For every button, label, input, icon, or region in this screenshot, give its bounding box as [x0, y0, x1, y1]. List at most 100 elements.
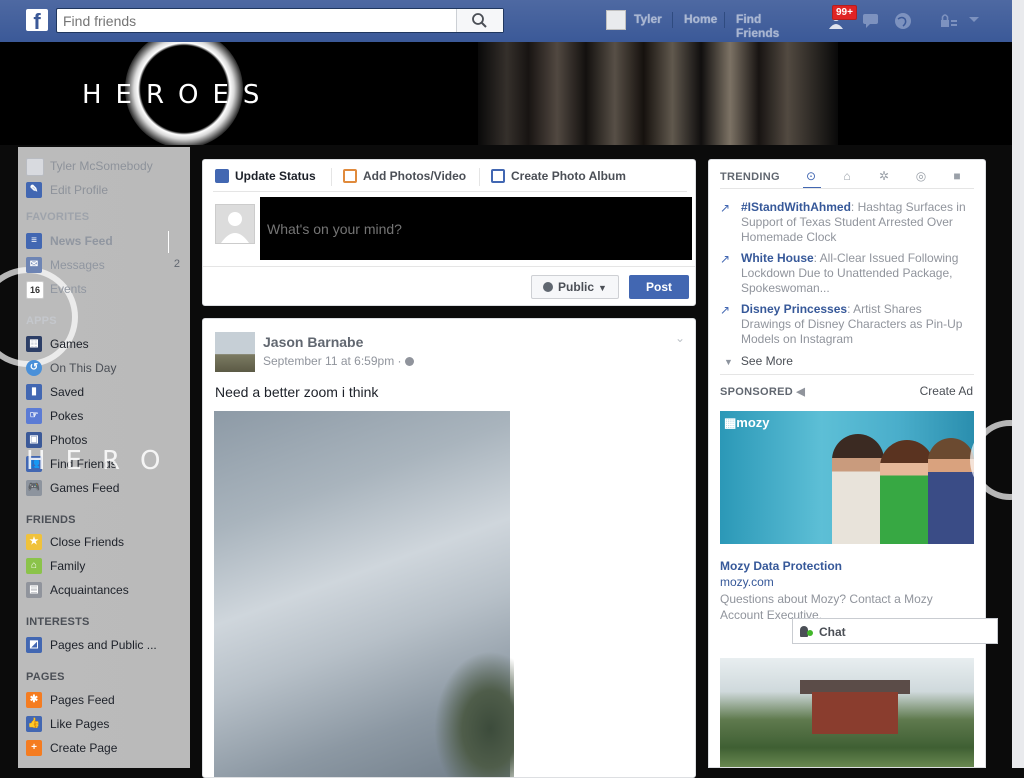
search-button[interactable] — [456, 9, 503, 32]
sidebar-item-saved[interactable]: ▮ Saved — [26, 383, 186, 401]
tab-divider — [331, 168, 332, 186]
trending-item[interactable]: ↗ White House: All-Clear Issued Followin… — [720, 251, 978, 299]
megaphone-icon: ◀ — [796, 386, 806, 398]
facebook-logo[interactable]: f — [26, 9, 48, 31]
sponsored-header: SPONSORED ◀ — [720, 386, 806, 398]
events-icon: 16 — [26, 281, 44, 299]
chat-tab[interactable]: Chat — [792, 618, 998, 644]
profile-link[interactable]: Tyler — [634, 12, 662, 26]
trending-item[interactable]: ↗ Disney Princesses: Artist Shares Drawi… — [720, 302, 978, 350]
author-name-link[interactable]: Jason Barnabe — [263, 334, 363, 350]
story-photo[interactable] — [214, 411, 514, 777]
see-more-link[interactable]: ▼ See More — [724, 354, 793, 368]
sidebar-edit-profile[interactable]: ✎ Edit Profile — [26, 181, 186, 199]
ad-domain-link[interactable]: mozy.com — [720, 575, 774, 589]
sidebar-item-games[interactable]: ▦ Games — [26, 335, 186, 353]
ad-image[interactable]: ▦mozy — [720, 411, 974, 544]
sidebar-item-close-friends[interactable]: ★ Close Friends — [26, 533, 186, 551]
privacy-shortcuts-icon[interactable] — [940, 13, 958, 29]
trending-politics-icon[interactable]: ⌂ — [839, 168, 855, 184]
story-timestamp[interactable]: September 11 at 6:59pm · — [263, 354, 414, 368]
news-feed-story: Jason Barnabe September 11 at 6:59pm · ⌄… — [202, 318, 696, 778]
trending-arrow-icon: ↗ — [720, 303, 731, 317]
sidebar-item-games-feed[interactable]: 🎮 Games Feed — [26, 479, 186, 497]
trending-sports-icon[interactable]: ◎ — [913, 168, 929, 184]
top-navigation-bar: f Tyler Home Find Friends 99+ — [0, 0, 1012, 43]
sidebar-item-family[interactable]: ⌂ Family — [26, 557, 186, 575]
sidebar-profile-name: Tyler McSomebody — [50, 159, 153, 173]
sidebar-item-create-page[interactable]: + Create Page — [26, 739, 186, 757]
acquaintances-icon: ▤ — [26, 582, 42, 598]
public-globe-icon — [404, 357, 414, 366]
saved-icon: ▮ — [26, 384, 42, 400]
sidebar-item-label: Create Page — [50, 741, 118, 755]
home-link[interactable]: Home — [684, 12, 717, 26]
photo-album-icon — [491, 169, 505, 183]
sidebar-item-news-feed[interactable]: ≡ News Feed — [26, 232, 186, 250]
nav-divider — [672, 12, 673, 28]
search-input[interactable] — [57, 9, 465, 32]
photo-trees — [434, 651, 514, 777]
ad-person — [832, 434, 884, 544]
section-favorites: FAVORITES — [26, 211, 90, 223]
trending-entertainment-icon[interactable]: ■ — [949, 168, 965, 184]
trending-item[interactable]: ↗ #IStandWithAhmed: Hashtag Surfaces in … — [720, 200, 978, 248]
section-interests: INTERESTS — [26, 616, 90, 628]
sidebar-item-pages-and-public[interactable]: ◩ Pages and Public ... — [26, 636, 186, 654]
find-friends-icon: 👥 — [26, 456, 42, 472]
tab-update-status[interactable]: Update Status — [215, 169, 316, 183]
messages-icon[interactable] — [860, 12, 882, 30]
tab-create-photo-album[interactable]: Create Photo Album — [491, 169, 626, 183]
section-pages: PAGES — [26, 671, 65, 683]
create-ad-link[interactable]: Create Ad — [920, 384, 973, 398]
messages-icon: ✉ — [26, 257, 42, 273]
ad-title-link[interactable]: Mozy Data Protection — [720, 559, 842, 573]
sidebar-item-photos[interactable]: ▣ Photos — [26, 431, 186, 449]
status-input[interactable] — [260, 197, 692, 260]
pokes-icon: ☞ — [26, 408, 42, 424]
sidebar-item-acquaintances[interactable]: ▤ Acquaintances — [26, 581, 186, 599]
sidebar-item-like-pages[interactable]: 👍 Like Pages — [26, 715, 186, 733]
story-options-chevron-icon[interactable]: ⌄ — [675, 331, 685, 345]
author-avatar[interactable] — [215, 332, 255, 372]
games-feed-icon: 🎮 — [26, 480, 42, 496]
sidebar-profile[interactable]: Tyler McSomebody — [26, 157, 186, 176]
sidebar-item-events[interactable]: 16 Events — [26, 280, 186, 299]
sidebar-item-on-this-day[interactable]: ↺ On This Day — [26, 359, 186, 377]
family-icon: ⌂ — [26, 558, 42, 574]
account-menu-chevron-icon[interactable] — [968, 16, 980, 24]
sidebar-item-pokes[interactable]: ☞ Pokes — [26, 407, 186, 425]
tab-add-photos-video[interactable]: Add Photos/Video — [343, 169, 466, 183]
sidebar-item-label: Events — [50, 282, 87, 296]
trending-divider — [720, 188, 974, 189]
sidebar-item-label: Games — [50, 337, 89, 351]
ad-person — [880, 440, 934, 544]
sidebar-item-label: Acquaintances — [50, 583, 129, 597]
search-icon — [472, 13, 487, 28]
sidebar-item-label: Find Friends — [50, 457, 117, 471]
sidebar-item-label: Pokes — [50, 409, 84, 423]
sidebar-item-pages-feed[interactable]: ✱ Pages Feed — [26, 691, 186, 709]
find-friends-link[interactable]: Find Friends — [736, 12, 779, 40]
window-scrollbar[interactable] — [1012, 0, 1024, 768]
sidebar-item-messages[interactable]: ✉ Messages 2 — [26, 256, 186, 274]
sidebar-item-label: Pages and Public ... — [50, 638, 157, 652]
notifications-globe-icon[interactable] — [893, 11, 913, 31]
second-ad-image[interactable] — [720, 658, 974, 767]
create-page-icon: + — [26, 740, 42, 756]
composer-footer-divider — [203, 266, 695, 267]
user-avatar[interactable] — [606, 10, 626, 30]
sidebar-item-label: Games Feed — [50, 481, 120, 495]
trending-top-icon[interactable]: ⊙ — [803, 168, 819, 184]
sidebar-item-find-friends[interactable]: 👥 Find Friends — [26, 455, 186, 473]
triangle-down-icon: ▼ — [724, 357, 733, 367]
banner-title: HEROES — [82, 80, 274, 110]
audience-selector[interactable]: Public ▼ — [531, 275, 619, 299]
cover-banner: HEROES — [0, 42, 1012, 145]
post-button[interactable]: Post — [629, 275, 689, 299]
sidebar-item-label: Pages Feed — [50, 693, 115, 707]
trending-science-icon[interactable]: ✲ — [876, 168, 892, 184]
nav-divider — [724, 12, 725, 28]
sidebar-item-label: Edit Profile — [50, 183, 109, 197]
on-this-day-icon: ↺ — [26, 360, 42, 376]
